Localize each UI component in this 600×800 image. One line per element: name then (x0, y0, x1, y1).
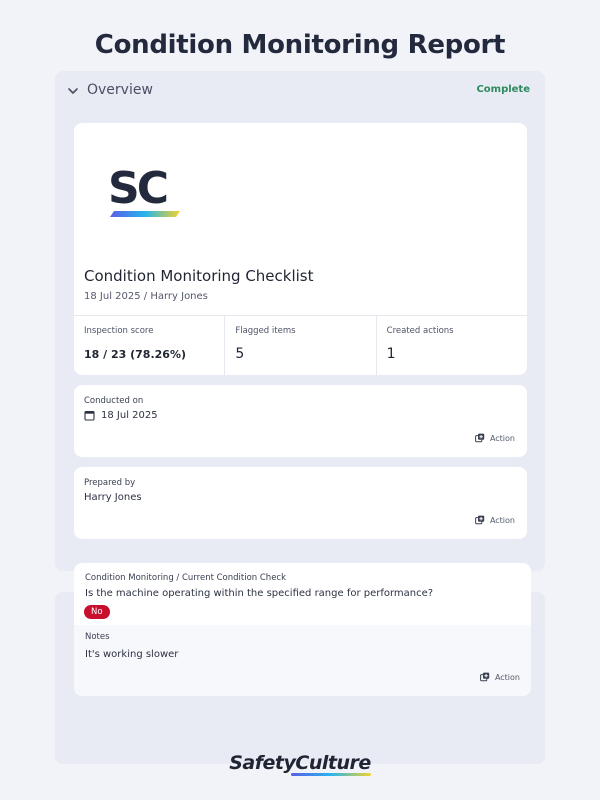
overview-label: Overview (87, 82, 153, 98)
action-icon (475, 433, 485, 443)
answer-badge: No (84, 605, 110, 619)
stat-value: 1 (386, 346, 396, 362)
action-label: Action (494, 672, 520, 682)
brand-text: SafetyCulture (229, 752, 371, 774)
conducted-on-label: Conducted on (84, 396, 144, 406)
action-icon (480, 672, 490, 682)
calendar-icon (84, 410, 95, 421)
notes-section: Notes It's working slower Action (74, 625, 531, 696)
notes-label: Notes (85, 632, 110, 642)
brand-underline (291, 773, 371, 776)
stat-inspection-score: Inspection score 18 / 23 (78.26%) (74, 316, 226, 375)
stat-value: 18 / 23 (78.26%) (84, 348, 186, 361)
conducted-on-date: 18 Jul 2025 (101, 410, 158, 421)
question-text: Is the machine operating within the spec… (85, 588, 434, 599)
action-label: Action (489, 515, 515, 525)
page-title: Condition Monitoring Report (94, 30, 506, 60)
stat-label: Created actions (386, 326, 454, 336)
stat-value: 5 (235, 346, 245, 362)
question-breadcrumb: Condition Monitoring / Current Condition… (85, 573, 287, 583)
action-icon (475, 515, 485, 525)
action-label: Action (489, 433, 515, 443)
stat-label: Flagged items (235, 326, 296, 336)
prepared-by-label: Prepared by (84, 478, 136, 488)
stat-label: Inspection score (84, 326, 154, 336)
conducted-on-card: Conducted on 18 Jul 2025 Action (74, 385, 527, 457)
chevron-down-icon[interactable] (66, 84, 80, 98)
prepared-by-card: Prepared by Harry Jones Action (74, 467, 527, 539)
conducted-on-value: 18 Jul 2025 (84, 410, 158, 421)
add-action-button[interactable]: Action (475, 433, 515, 443)
status-badge: Complete (476, 84, 530, 95)
svg-text:SC: SC (108, 163, 167, 214)
stat-created-actions[interactable]: Created actions 1 (377, 316, 527, 375)
footer-logo: SafetyCulture (0, 752, 600, 776)
checklist-subtitle: 18 Jul 2025 / Harry Jones (84, 291, 208, 302)
overview-header[interactable]: Overview Complete (66, 82, 530, 100)
checklist-title: Condition Monitoring Checklist (84, 267, 314, 285)
question-card: Condition Monitoring / Current Condition… (74, 563, 531, 696)
safetyculture-sc-logo: SC (108, 163, 180, 217)
summary-card: SC Condition Monitoring Checklist 18 Jul… (74, 123, 527, 375)
notes-value: It's working slower (85, 649, 179, 660)
add-action-button[interactable]: Action (480, 672, 520, 682)
add-action-button[interactable]: Action (475, 515, 515, 525)
prepared-by-value: Harry Jones (84, 492, 142, 503)
stat-flagged-items[interactable]: Flagged items 5 (225, 316, 377, 375)
safetyculture-wordmark: SafetyCulture (229, 752, 371, 776)
stats-row: Inspection score 18 / 23 (78.26%) Flagge… (74, 315, 527, 375)
